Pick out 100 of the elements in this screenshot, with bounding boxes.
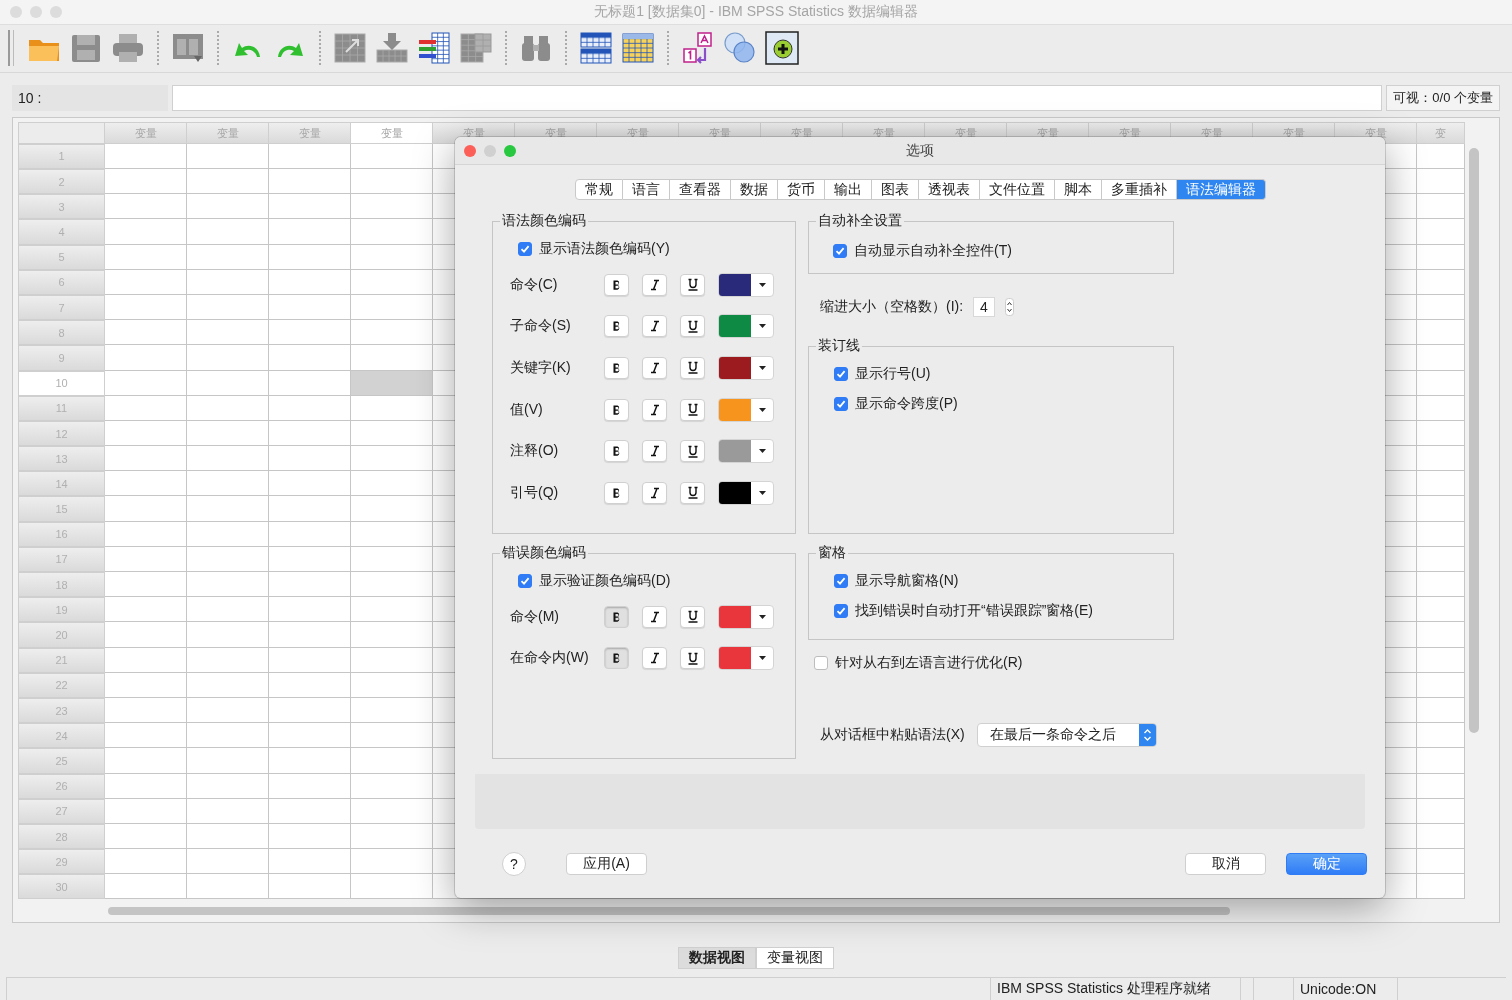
grid-cell[interactable] (105, 345, 187, 371)
grid-cell[interactable] (1417, 597, 1465, 623)
grid-cell[interactable] (269, 773, 351, 799)
column-header[interactable]: 变量 (351, 121, 433, 144)
close-button[interactable] (10, 5, 22, 18)
grid-cell[interactable] (351, 622, 433, 648)
grid-cell[interactable] (351, 294, 433, 321)
grid-cell[interactable] (105, 219, 187, 245)
grid-cell[interactable] (351, 546, 433, 573)
grid-cell[interactable] (105, 773, 187, 799)
grid-cell[interactable] (105, 874, 187, 900)
row-header[interactable]: 27 (18, 798, 105, 824)
tab[interactable]: 货币 (777, 179, 825, 200)
bold-button[interactable] (604, 398, 629, 421)
checkbox[interactable] (814, 656, 828, 670)
grid-cell[interactable] (187, 672, 269, 698)
underline-button[interactable] (680, 481, 705, 504)
grid-cell[interactable] (187, 420, 269, 447)
grid-cell[interactable] (1417, 471, 1465, 497)
horizontal-scrollbar[interactable] (108, 907, 1230, 916)
italic-button[interactable] (642, 273, 667, 296)
underline-button[interactable] (680, 605, 705, 628)
tab[interactable]: 查看器 (669, 179, 731, 200)
tab[interactable]: 图表 (871, 179, 919, 200)
grid-cell[interactable] (351, 471, 433, 497)
grid-cell[interactable] (1417, 169, 1465, 195)
color-picker[interactable] (718, 314, 774, 339)
grid-cell[interactable] (269, 723, 351, 749)
color-picker[interactable] (718, 272, 774, 297)
grid-cell[interactable] (1417, 572, 1465, 598)
grid-cell[interactable] (1417, 345, 1465, 371)
grid-cell[interactable] (187, 194, 269, 220)
grid-cell[interactable] (351, 496, 433, 522)
grid-cell[interactable] (1417, 697, 1465, 724)
grid-cell[interactable] (269, 647, 351, 673)
paste-select[interactable]: 在最后一条命令之后 (976, 723, 1157, 747)
ok-button[interactable]: 确定 (1286, 852, 1367, 875)
bold-button[interactable] (604, 605, 629, 628)
grid-cell[interactable] (1417, 420, 1465, 447)
grid-cell[interactable] (351, 395, 433, 421)
bold-button[interactable] (604, 357, 629, 379)
grid-cell[interactable] (187, 521, 269, 547)
view-tab[interactable]: 变量视图 (756, 947, 834, 970)
grid-cell[interactable] (105, 723, 187, 749)
underline-button[interactable] (680, 398, 705, 421)
grid-cell[interactable] (269, 798, 351, 824)
grid-cell[interactable] (187, 395, 269, 421)
underline-button[interactable] (680, 315, 705, 338)
grid-cell[interactable] (187, 244, 269, 270)
close-button[interactable] (464, 144, 476, 157)
grid-cell[interactable] (105, 496, 187, 522)
underline-button[interactable] (680, 647, 705, 670)
grid-cell[interactable] (105, 244, 187, 270)
grid-cell[interactable] (187, 143, 269, 170)
grid-cell[interactable] (1417, 244, 1465, 270)
grid-cell[interactable] (187, 496, 269, 522)
grid-cell[interactable] (105, 697, 187, 724)
grid-cell[interactable] (105, 521, 187, 547)
grid-cell[interactable] (105, 320, 187, 346)
grid-cell[interactable] (269, 823, 351, 850)
italic-button[interactable] (642, 440, 667, 463)
cell-editor-field[interactable] (172, 85, 1383, 111)
italic-button[interactable] (642, 647, 667, 670)
underline-button[interactable] (680, 357, 705, 379)
grid-cell[interactable] (351, 672, 433, 698)
grid-cell[interactable] (269, 219, 351, 245)
grid-cell[interactable] (105, 194, 187, 220)
grid-cell[interactable] (187, 874, 269, 900)
grid-cell[interactable] (187, 798, 269, 824)
grid-cell[interactable] (269, 143, 351, 170)
tab[interactable]: 常规 (574, 179, 623, 200)
grid-cell[interactable] (1417, 849, 1465, 875)
grid-cell[interactable] (187, 647, 269, 673)
grid-cell[interactable] (105, 597, 187, 623)
table-icon[interactable] (578, 30, 614, 67)
grid-cell[interactable] (351, 345, 433, 371)
grid-cell[interactable] (269, 446, 351, 472)
grid-cell[interactable] (269, 345, 351, 371)
grid-cell[interactable] (269, 546, 351, 573)
grid-cell[interactable] (105, 823, 187, 850)
zoom-button[interactable] (50, 5, 62, 18)
grid-cell[interactable] (187, 823, 269, 850)
grid-cell[interactable] (269, 269, 351, 295)
grid-cell[interactable] (351, 723, 433, 749)
grid-cell[interactable] (187, 294, 269, 321)
grid-cell[interactable] (105, 572, 187, 598)
grid-cell[interactable] (269, 370, 351, 396)
cancel-button[interactable]: 取消 (1185, 852, 1266, 875)
checkbox[interactable] (834, 574, 848, 588)
grid-cell[interactable] (351, 647, 433, 673)
grid-cell[interactable] (1417, 823, 1465, 850)
grid-cell[interactable] (269, 672, 351, 698)
grid-cell[interactable] (105, 849, 187, 875)
grid-cell[interactable] (1417, 647, 1465, 673)
grid-cell[interactable] (1417, 446, 1465, 472)
grid-cell[interactable] (351, 169, 433, 195)
grid-cell[interactable] (1417, 143, 1465, 170)
grid-cell[interactable] (105, 370, 187, 396)
grid-cell[interactable] (1417, 672, 1465, 698)
selected-cell[interactable] (351, 370, 433, 396)
